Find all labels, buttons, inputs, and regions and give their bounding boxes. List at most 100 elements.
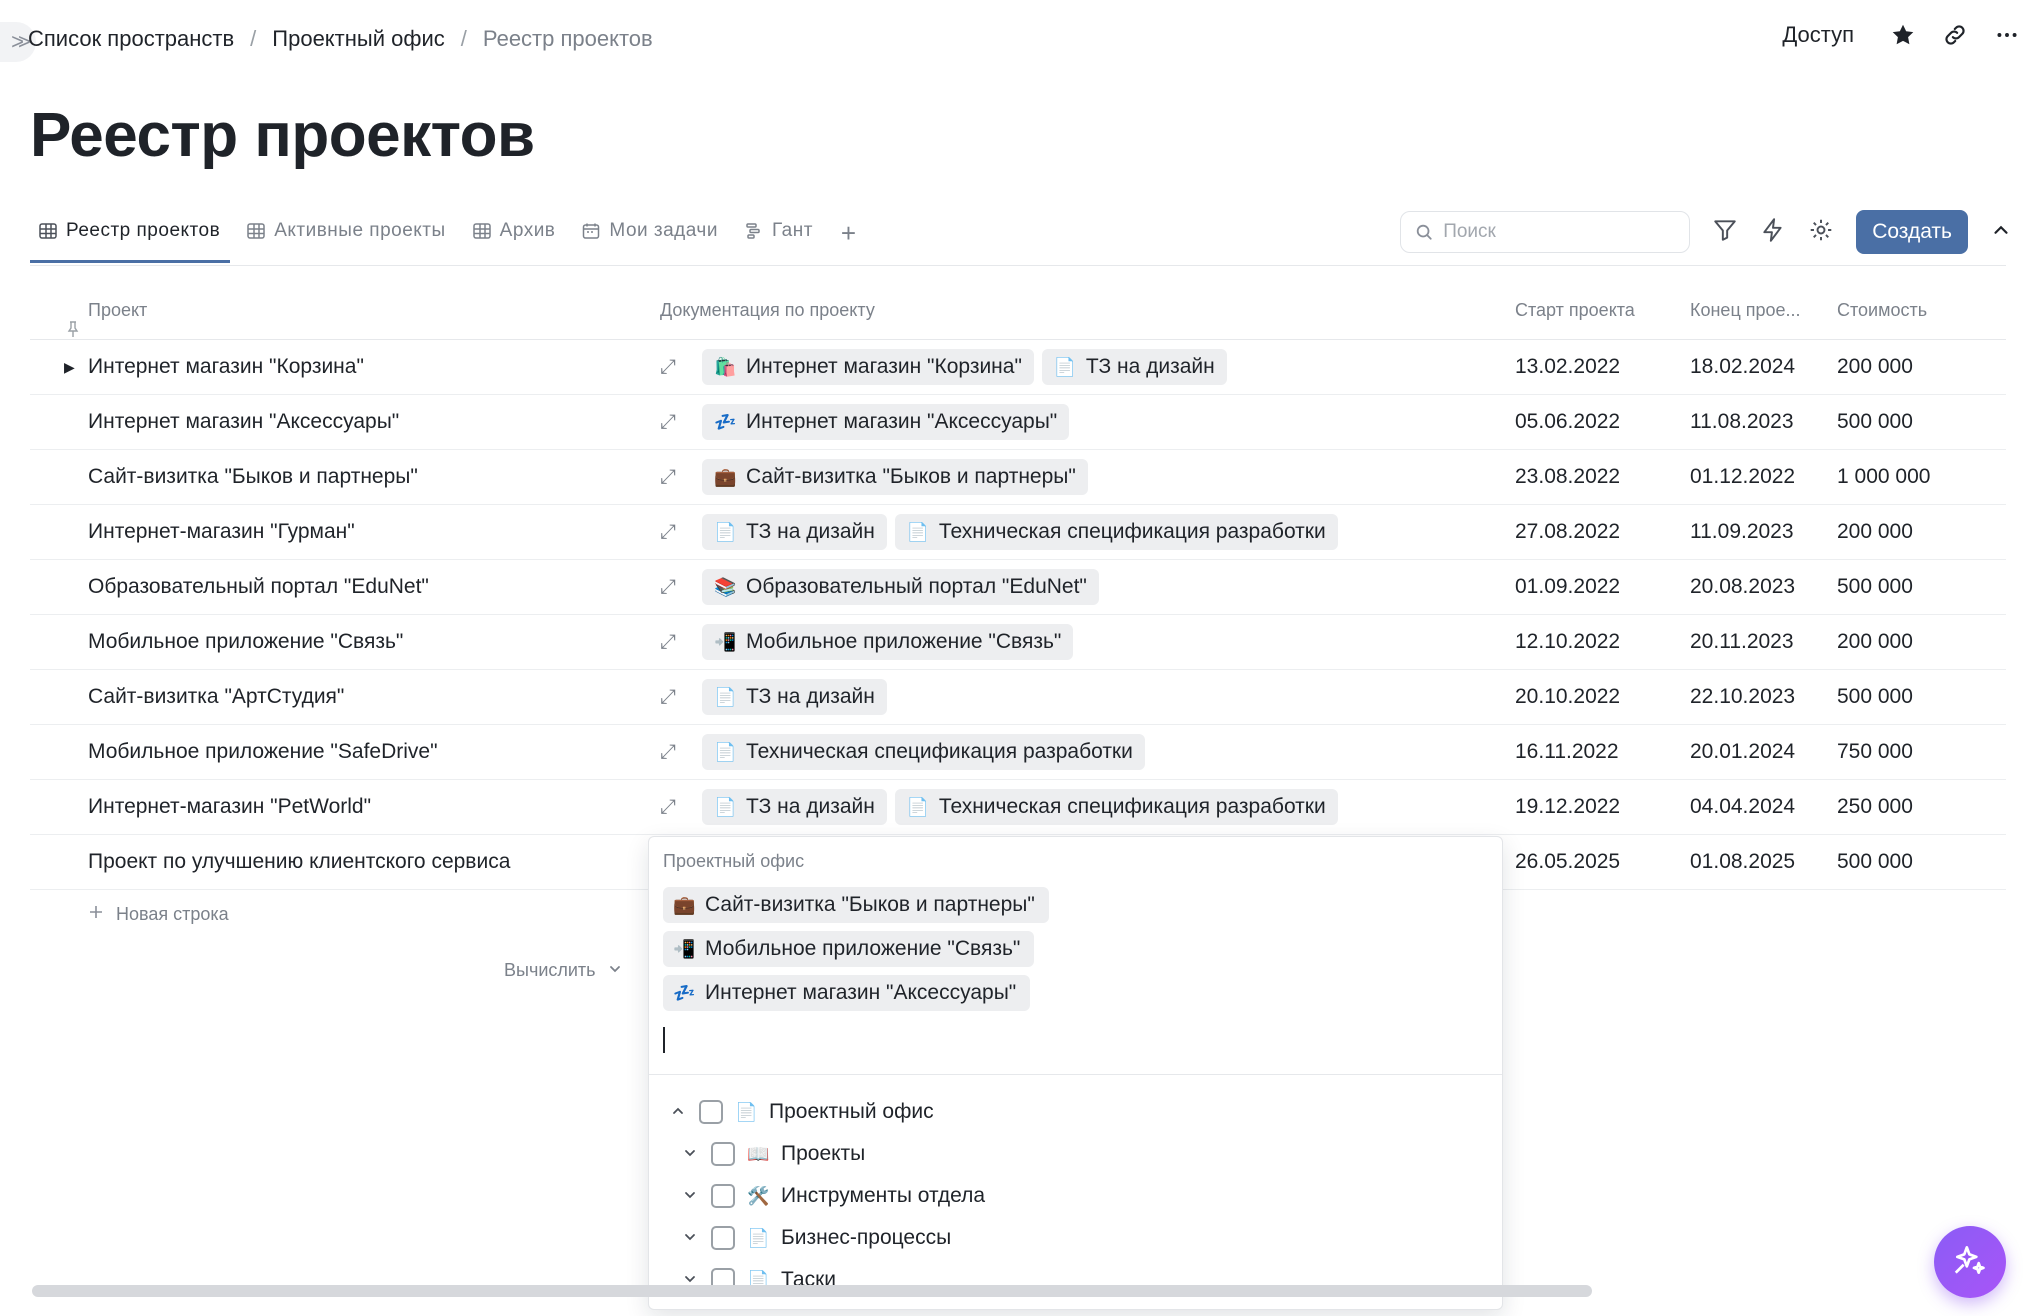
selected-doc-chip[interactable]: 📲 Мобильное приложение "Связь"	[663, 931, 1035, 967]
selected-doc-chip[interactable]: 💤 Интернет магазин "Аксессуары"	[663, 975, 1031, 1011]
relation-icon[interactable]: ⤢	[660, 411, 694, 434]
selected-doc-chip[interactable]: 💼 Сайт-визитка "Быков и партнеры"	[663, 887, 1049, 923]
cell-cost[interactable]: 1 000 000	[1837, 465, 2006, 489]
table-row[interactable]: Образовательный портал "EduNet" ⤢ 📚 Образов…	[30, 560, 2006, 615]
relation-icon[interactable]: ⤢	[660, 521, 694, 544]
cell-docs[interactable]: ⤢ 📄 Техническая спецификация разработки	[660, 734, 1515, 770]
doc-chip[interactable]: 💼 Сайт-визитка "Быков и партнеры"	[702, 459, 1088, 495]
cell-cost[interactable]: 200 000	[1837, 630, 2006, 654]
cell-end[interactable]: 11.09.2023	[1690, 520, 1837, 544]
cell-end[interactable]: 01.08.2025	[1690, 850, 1837, 874]
cell-cost[interactable]: 500 000	[1837, 685, 2006, 709]
cell-end[interactable]: 01.12.2022	[1690, 465, 1837, 489]
doc-chip[interactable]: 📚 Образовательный портал "EduNet"	[702, 569, 1099, 605]
cell-end[interactable]: 22.10.2023	[1690, 685, 1837, 709]
cell-project[interactable]: Проект по улучшению клиентского сервиса	[30, 850, 660, 874]
chevron-down-icon[interactable]	[681, 1146, 699, 1163]
cell-project[interactable]: Образовательный портал "EduNet"	[30, 575, 660, 599]
cell-docs[interactable]: ⤢ 💼 Сайт-визитка "Быков и партнеры"	[660, 459, 1515, 495]
cell-end[interactable]: 20.11.2023	[1690, 630, 1837, 654]
column-start[interactable]: Старт проекта	[1515, 300, 1690, 321]
ai-assistant-button[interactable]	[1934, 1226, 2006, 1298]
doc-chip[interactable]: 📄 ТЗ на дизайн	[702, 679, 887, 715]
cell-cost[interactable]: 200 000	[1837, 355, 2006, 379]
column-cost[interactable]: Стоимость	[1837, 300, 2006, 321]
table-row[interactable]: Интернет-магазин "Гурман" ⤢ 📄 ТЗ на дизайн 📄…	[30, 505, 2006, 560]
relation-icon[interactable]: ⤢	[660, 356, 694, 379]
cell-start[interactable]: 19.12.2022	[1515, 795, 1690, 819]
add-view-icon[interactable]: +	[831, 210, 866, 257]
settings-icon[interactable]	[1808, 217, 1834, 248]
cell-end[interactable]: 04.04.2024	[1690, 795, 1837, 819]
tree-checkbox[interactable]	[711, 1142, 735, 1166]
expand-row-icon[interactable]: ▶	[64, 359, 75, 376]
doc-chip[interactable]: 📄 Техническая спецификация разработки	[894, 789, 1338, 825]
table-row[interactable]: Интернет-магазин "PetWorld" ⤢ 📄 ТЗ на дизай…	[30, 780, 2006, 835]
cell-project[interactable]: Интернет-магазин "Гурман"	[30, 520, 660, 544]
cell-cost[interactable]: 500 000	[1837, 410, 2006, 434]
doc-chip[interactable]: 💤 Интернет магазин "Аксессуары"	[702, 404, 1070, 440]
chevron-down-icon[interactable]	[681, 1188, 699, 1205]
table-row[interactable]: Сайт-визитка "Быков и партнеры" ⤢ 💼 Сайт-ви…	[30, 450, 2006, 505]
cell-project[interactable]: ▶ Интернет магазин "Корзина"	[30, 355, 660, 379]
cell-docs[interactable]: ⤢ 💤 Интернет магазин "Аксессуары"	[660, 404, 1515, 440]
horizontal-scrollbar[interactable]	[32, 1285, 1592, 1297]
chevron-up-icon[interactable]	[669, 1104, 687, 1121]
cell-cost[interactable]: 750 000	[1837, 740, 2006, 764]
cell-start[interactable]: 23.08.2022	[1515, 465, 1690, 489]
doc-chip[interactable]: 📄 ТЗ на дизайн	[1041, 349, 1227, 385]
cell-start[interactable]: 05.06.2022	[1515, 410, 1690, 434]
access-button[interactable]: Доступ	[1782, 22, 1854, 48]
breadcrumb-item-office[interactable]: Проектный офис	[272, 26, 444, 52]
cell-start[interactable]: 16.11.2022	[1515, 740, 1690, 764]
column-project[interactable]: Проект	[30, 300, 660, 337]
tab-gantt[interactable]: Гант	[736, 210, 823, 260]
tree-checkbox[interactable]	[711, 1226, 735, 1250]
tree-item[interactable]: 📖 Проекты	[669, 1133, 985, 1175]
breadcrumb-item-spaces[interactable]: Список пространств	[28, 26, 234, 52]
column-end[interactable]: Конец прое...	[1690, 300, 1837, 321]
relation-icon[interactable]: ⤢	[660, 631, 694, 654]
cell-project[interactable]: Интернет магазин "Аксессуары"	[30, 410, 660, 434]
tree-item[interactable]: 📄 Проектный офис	[669, 1091, 985, 1133]
collapse-icon[interactable]	[1990, 219, 2012, 246]
tab-active-projects[interactable]: Активные проекты	[238, 210, 455, 260]
new-row-button[interactable]: Новая строка	[88, 904, 229, 925]
cell-start[interactable]: 13.02.2022	[1515, 355, 1690, 379]
relation-icon[interactable]: ⤢	[660, 686, 694, 709]
calculate-button[interactable]: Вычислить	[504, 960, 622, 981]
text-cursor[interactable]	[663, 1027, 665, 1053]
tab-my-tasks[interactable]: Мои задачи	[573, 210, 728, 260]
cell-project[interactable]: Интернет-магазин "PetWorld"	[30, 795, 660, 819]
doc-chip[interactable]: 📄 ТЗ на дизайн	[702, 789, 887, 825]
cell-docs[interactable]: ⤢ 📄 ТЗ на дизайн 📄 Техническая спецификация …	[660, 789, 1515, 825]
cell-project[interactable]: Мобильное приложение "SafeDrive"	[30, 740, 660, 764]
tree-item[interactable]: 📄 Бизнес-процессы	[669, 1217, 985, 1259]
relation-icon[interactable]: ⤢	[660, 466, 694, 489]
cell-end[interactable]: 20.08.2023	[1690, 575, 1837, 599]
table-row[interactable]: Интернет магазин "Аксессуары" ⤢ 💤 Интернет …	[30, 395, 2006, 450]
table-row[interactable]: Сайт-визитка "АртСтудия" ⤢ 📄 ТЗ на дизайн 20…	[30, 670, 2006, 725]
tree-item[interactable]: 🛠️ Инструменты отдела	[669, 1175, 985, 1217]
filter-icon[interactable]	[1712, 217, 1738, 248]
cell-start[interactable]: 27.08.2022	[1515, 520, 1690, 544]
search-input[interactable]	[1443, 221, 1664, 243]
doc-chip[interactable]: 📲 Мобильное приложение "Связь"	[702, 624, 1074, 660]
doc-chip[interactable]: 📄 Техническая спецификация разработки	[894, 514, 1338, 550]
tree-checkbox[interactable]	[711, 1184, 735, 1208]
cell-cost[interactable]: 500 000	[1837, 850, 2006, 874]
cell-start[interactable]: 20.10.2022	[1515, 685, 1690, 709]
cell-docs[interactable]: ⤢ 🛍️ Интернет магазин "Корзина" 📄 ТЗ на диза…	[660, 349, 1515, 385]
cell-docs[interactable]: ⤢ 📄 ТЗ на дизайн 📄 Техническая спецификация …	[660, 514, 1515, 550]
table-row[interactable]: ▶ Интернет магазин "Корзина" ⤢ 🛍️ Интернет м…	[30, 340, 2006, 395]
star-icon[interactable]	[1890, 22, 1916, 48]
relation-icon[interactable]: ⤢	[660, 741, 694, 764]
cell-docs[interactable]: ⤢ 📄 ТЗ на дизайн	[660, 679, 1515, 715]
cell-cost[interactable]: 250 000	[1837, 795, 2006, 819]
cell-cost[interactable]: 500 000	[1837, 575, 2006, 599]
cell-project[interactable]: Сайт-визитка "Быков и партнеры"	[30, 465, 660, 489]
tree-checkbox[interactable]	[699, 1100, 723, 1124]
doc-chip[interactable]: 🛍️ Интернет магазин "Корзина"	[702, 349, 1034, 385]
cell-end[interactable]: 11.08.2023	[1690, 410, 1837, 434]
cell-cost[interactable]: 200 000	[1837, 520, 2006, 544]
